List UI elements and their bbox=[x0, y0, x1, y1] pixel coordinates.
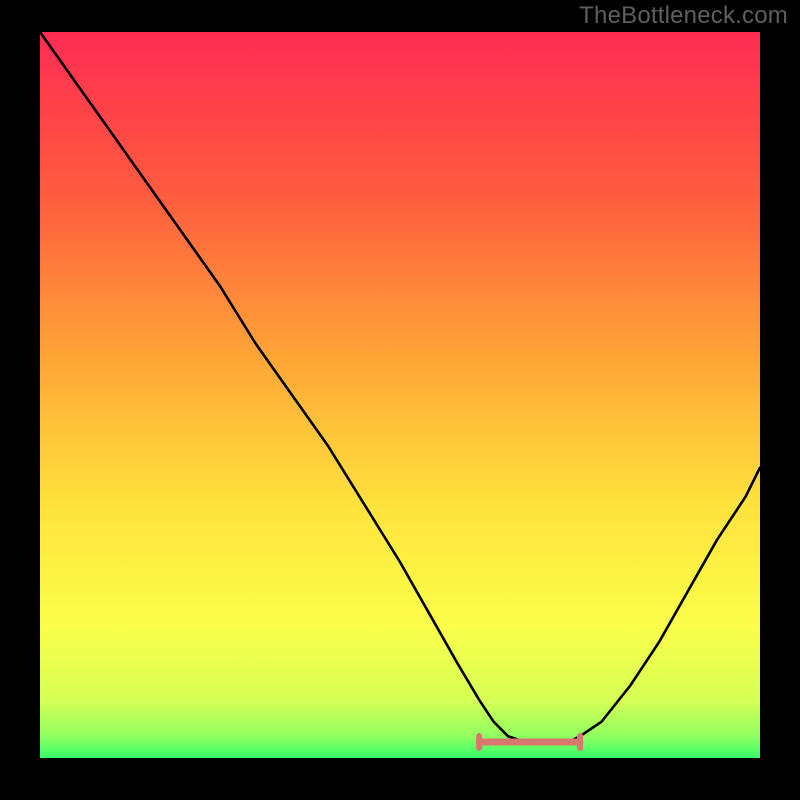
chart-frame: TheBottleneck.com bbox=[0, 0, 800, 800]
gradient-background bbox=[40, 32, 760, 758]
chart-svg bbox=[40, 32, 760, 758]
watermark-text: TheBottleneck.com bbox=[579, 2, 788, 30]
plot-area bbox=[40, 32, 760, 758]
